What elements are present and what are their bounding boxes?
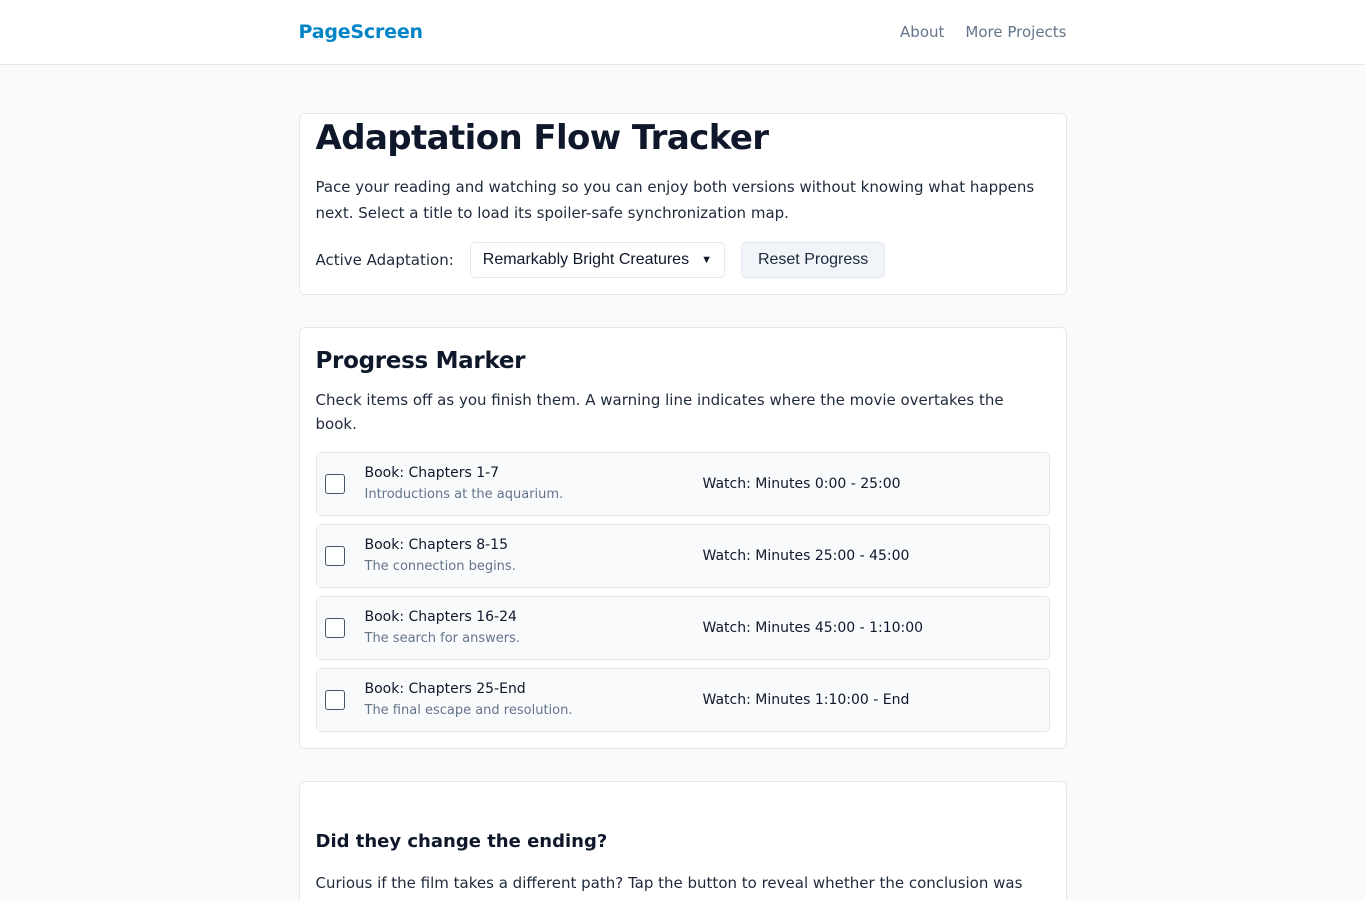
main-content: Adaptation Flow Tracker Pace your readin… [298,113,1067,900]
book-segment: Book: Chapters 16-24 The search for answ… [365,606,703,650]
adaptation-controls: Active Adaptation: Remarkably Bright Cre… [316,242,1050,278]
ending-text: Curious if the film takes a different pa… [315,874,1023,892]
progress-checkbox[interactable] [324,690,345,710]
book-chapters: Book: Chapters 16-24 [364,609,517,625]
page-title: Adaptation Flow Tracker [315,118,770,158]
main-nav: About More Projects [900,23,1066,41]
progress-list: Book: Chapters 1-7 Introductions at the … [315,452,1050,732]
watch-segment: Watch: Minutes 25:00 - 45:00 [702,548,910,564]
top-navbar: PageScreen About More Projects [0,0,1365,65]
reset-progress-button[interactable]: Reset Progress [740,242,886,278]
nav-link-more-projects[interactable]: More Projects [965,23,1066,41]
adaptation-select-value: Remarkably Bright Creatures [482,251,690,268]
progress-item: Book: Chapters 25-End The final escape a… [315,668,1050,732]
active-adaptation-label: Active Adaptation: [315,251,454,269]
book-segment: Book: Chapters 1-7 Introductions at the … [365,462,703,506]
tracker-header-card: Adaptation Flow Tracker Pace your readin… [298,113,1067,295]
brand-logo-link[interactable]: PageScreen [299,21,424,43]
progress-marker-card: Progress Marker Check items off as you f… [298,327,1067,749]
progress-item: Book: Chapters 8-15 The connection begin… [315,524,1050,588]
progress-item: Book: Chapters 1-7 Introductions at the … [315,452,1050,516]
book-description: The connection begins. [364,559,516,574]
book-segment: Book: Chapters 25-End The final escape a… [365,678,703,722]
progress-item: Book: Chapters 16-24 The search for answ… [315,596,1050,660]
watch-segment: Watch: Minutes 0:00 - 25:00 [702,476,901,492]
book-description: The final escape and resolution. [364,703,573,718]
progress-checkbox[interactable] [324,474,345,494]
book-description: The search for answers. [364,631,521,646]
watch-segment: Watch: Minutes 1:10:00 - End [702,692,910,708]
intro-text: Pace your reading and watching so you ca… [315,178,1035,222]
progress-checkbox[interactable] [324,546,345,566]
ending-title: Did they change the ending? [315,831,608,852]
progress-subtitle: Check items off as you finish them. A wa… [315,391,1004,433]
chevron-down-icon: ▼ [701,254,712,266]
nav-link-about[interactable]: About [900,23,944,41]
book-chapters: Book: Chapters 8-15 [364,537,509,553]
ending-card: Did they change the ending? Curious if t… [298,781,1067,900]
book-segment: Book: Chapters 8-15 The connection begin… [365,534,703,578]
book-chapters: Book: Chapters 1-7 [364,465,500,481]
adaptation-select[interactable]: Remarkably Bright Creatures ▼ [469,242,725,278]
book-description: Introductions at the aquarium. [364,487,564,502]
progress-checkbox[interactable] [324,618,345,638]
book-chapters: Book: Chapters 25-End [364,681,526,697]
progress-title: Progress Marker [315,348,526,374]
navbar-inner: PageScreen About More Projects [299,0,1067,64]
watch-segment: Watch: Minutes 45:00 - 1:10:00 [702,620,924,636]
